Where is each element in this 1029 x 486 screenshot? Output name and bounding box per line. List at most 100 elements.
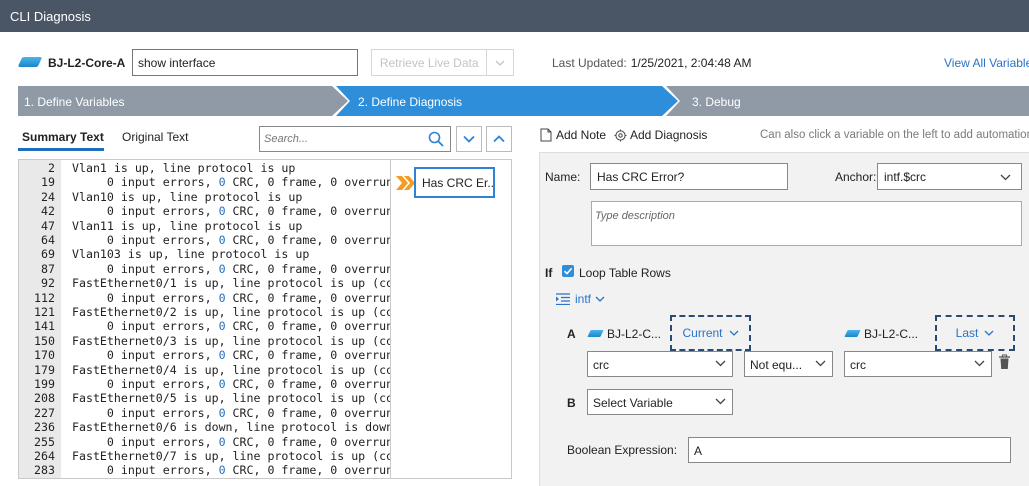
code-line[interactable]: 141 0 input errors, 0 CRC, 0 frame, 0 ov… bbox=[19, 319, 390, 334]
diagnosis-tag[interactable]: Has CRC Er... bbox=[414, 167, 495, 198]
line-number: 264 bbox=[34, 449, 55, 463]
code-line[interactable]: 69 Vlan103 is up, line protocol is up bbox=[19, 247, 390, 262]
condition-b-variable-select[interactable]: Select Variable bbox=[587, 389, 733, 415]
code-text: 0 input errors, 0 CRC, 0 frame, 0 overru… bbox=[72, 405, 390, 420]
name-field[interactable]: Has CRC Error? bbox=[590, 163, 788, 190]
code-line[interactable]: 264 FastEthernet0/7 is up, line protocol … bbox=[19, 449, 390, 464]
crc-value-highlight[interactable]: 0 bbox=[219, 463, 226, 477]
code-line[interactable]: 255 0 input errors, 0 CRC, 0 frame, 0 ov… bbox=[19, 435, 390, 450]
crc-value-highlight[interactable]: 0 bbox=[219, 291, 226, 305]
chevron-down-icon bbox=[815, 360, 826, 367]
line-number: 24 bbox=[41, 189, 55, 204]
chevron-down-icon bbox=[595, 296, 605, 302]
code-line[interactable]: 208 FastEthernet0/5 is up, line protocol … bbox=[19, 391, 390, 406]
code-line[interactable]: 227 0 input errors, 0 CRC, 0 frame, 0 ov… bbox=[19, 406, 390, 421]
crc-value-highlight[interactable]: 0 bbox=[219, 348, 226, 362]
chevron-down-icon[interactable] bbox=[486, 50, 513, 75]
code-line[interactable]: 121 FastEthernet0/2 is up, line protocol … bbox=[19, 305, 390, 320]
chevron-down-icon bbox=[463, 135, 475, 143]
tab-original-text[interactable]: Original Text bbox=[122, 130, 188, 144]
step-define-diagnosis[interactable]: 2. Define Diagnosis bbox=[336, 86, 678, 116]
step-define-variables[interactable]: 1. Define Variables bbox=[18, 86, 348, 116]
code-line[interactable]: 170 0 input errors, 0 CRC, 0 frame, 0 ov… bbox=[19, 348, 390, 363]
code-line[interactable]: 64 0 input errors, 0 CRC, 0 frame, 0 ove… bbox=[19, 233, 390, 248]
code-line[interactable]: 87 0 input errors, 0 CRC, 0 frame, 0 ove… bbox=[19, 262, 390, 277]
line-number: 69 bbox=[41, 247, 55, 262]
note-icon bbox=[540, 128, 552, 142]
add-diagnosis-label: Add Diagnosis bbox=[630, 128, 708, 142]
right-variable-select[interactable]: crc bbox=[844, 351, 992, 377]
view-all-variable-link[interactable]: View All Variable bbox=[944, 56, 1029, 70]
code-text: 0 input errors, 0 CRC, 0 frame, 0 overru… bbox=[72, 204, 390, 219]
tab-summary-text[interactable]: Summary Text bbox=[22, 130, 104, 144]
code-text: 0 input errors, 0 CRC, 0 frame, 0 overru… bbox=[72, 377, 390, 391]
crc-value-highlight[interactable]: 0 bbox=[219, 175, 226, 189]
step-debug[interactable]: 3. Debug bbox=[666, 86, 1029, 116]
summary-text-panel[interactable]: 2 Vlan1 is up, line protocol is up 19 0 in… bbox=[18, 159, 390, 479]
line-number: 283 bbox=[34, 463, 55, 478]
line-number: 255 bbox=[34, 434, 55, 449]
code-text: FastEthernet0/1 is up, line protocol is … bbox=[72, 276, 390, 291]
crc-value-highlight[interactable]: 0 bbox=[219, 435, 226, 449]
next-match-button[interactable] bbox=[456, 126, 482, 152]
description-field[interactable]: Type description bbox=[591, 201, 1022, 246]
add-diagnosis-button[interactable]: Add Diagnosis bbox=[614, 128, 707, 142]
device-icon bbox=[17, 57, 43, 67]
search-input[interactable] bbox=[260, 127, 420, 151]
crc-value-highlight[interactable]: 0 bbox=[219, 319, 226, 333]
line-number: 150 bbox=[34, 333, 55, 348]
table-selector[interactable]: intf bbox=[556, 292, 605, 306]
indent-list-icon bbox=[556, 293, 570, 305]
previous-match-button[interactable] bbox=[486, 126, 512, 152]
loop-table-rows-checkbox[interactable] bbox=[562, 265, 574, 277]
line-number: 87 bbox=[41, 261, 55, 276]
code-line[interactable]: 179 FastEthernet0/4 is up, line protocol … bbox=[19, 363, 390, 378]
chevron-down-icon bbox=[974, 360, 985, 367]
line-number: 92 bbox=[41, 276, 55, 291]
line-number: 141 bbox=[34, 319, 55, 334]
trash-icon[interactable] bbox=[998, 354, 1011, 370]
wizard-steps: 1. Define Variables 2. Define Diagnosis … bbox=[18, 86, 1029, 116]
code-text: 0 input errors, 0 CRC, 0 frame, 0 overru… bbox=[72, 319, 390, 334]
code-text: 0 input errors, 0 CRC, 0 frame, 0 overru… bbox=[72, 348, 390, 363]
code-text: 0 input errors, 0 CRC, 0 frame, 0 overru… bbox=[72, 233, 390, 247]
crc-value-highlight[interactable]: 0 bbox=[219, 233, 226, 247]
crc-value-highlight[interactable]: 0 bbox=[219, 204, 226, 218]
code-line[interactable]: 19 0 input errors, 0 CRC, 0 frame, 0 ove… bbox=[19, 175, 390, 190]
anchor-select[interactable]: intf.$crc bbox=[877, 163, 1022, 190]
code-line[interactable]: 199 0 input errors, 0 CRC, 0 frame, 0 ov… bbox=[19, 377, 390, 392]
boolean-expression-field[interactable]: A bbox=[688, 437, 1011, 463]
chevron-down-icon bbox=[1000, 174, 1011, 181]
code-line[interactable]: 112 0 input errors, 0 CRC, 0 frame, 0 ov… bbox=[19, 291, 390, 306]
device-name: BJ-L2-Core-A bbox=[48, 56, 126, 70]
code-line[interactable]: 92 FastEthernet0/1 is up, line protocol i… bbox=[19, 276, 390, 291]
code-line[interactable]: 2 Vlan1 is up, line protocol is up bbox=[19, 161, 390, 176]
left-variable-select[interactable]: crc bbox=[587, 351, 733, 377]
search-icon[interactable] bbox=[428, 131, 444, 147]
line-number: 112 bbox=[34, 290, 55, 305]
code-line[interactable]: 42 0 input errors, 0 CRC, 0 frame, 0 ove… bbox=[19, 204, 390, 219]
code-text: Vlan10 is up, line protocol is up bbox=[72, 189, 303, 204]
operator-select[interactable]: Not equ... bbox=[744, 351, 833, 377]
crc-value-highlight[interactable]: 0 bbox=[219, 262, 226, 276]
chevron-down-icon bbox=[715, 360, 726, 367]
line-number: 199 bbox=[34, 377, 55, 391]
code-line[interactable]: 47 Vlan11 is up, line protocol is up bbox=[19, 219, 390, 234]
boolean-expression-label: Boolean Expression: bbox=[567, 443, 678, 457]
line-number: 42 bbox=[41, 204, 55, 219]
retrieve-live-data-button[interactable]: Retrieve Live Data bbox=[371, 49, 514, 76]
crc-value-highlight[interactable]: 0 bbox=[219, 377, 226, 391]
line-number: 227 bbox=[34, 405, 55, 420]
code-line[interactable]: 150 FastEthernet0/3 is up, line protocol … bbox=[19, 334, 390, 349]
left-mode-select[interactable]: Current bbox=[670, 315, 751, 351]
line-number: 19 bbox=[41, 175, 55, 190]
command-input[interactable] bbox=[132, 49, 358, 76]
code-line[interactable]: 236 FastEthernet0/6 is down, line protoco… bbox=[19, 420, 390, 435]
add-note-button[interactable]: Add Note bbox=[540, 128, 606, 142]
code-line[interactable]: 24 Vlan10 is up, line protocol is up bbox=[19, 190, 390, 205]
code-text: FastEthernet0/3 is up, line protocol is … bbox=[72, 333, 390, 348]
line-number: 47 bbox=[41, 218, 55, 233]
code-line[interactable]: 283 0 input errors, 0 CRC, 0 frame, 0 ov… bbox=[19, 463, 390, 478]
right-mode-select[interactable]: Last bbox=[935, 315, 1015, 351]
crc-value-highlight[interactable]: 0 bbox=[219, 406, 226, 420]
